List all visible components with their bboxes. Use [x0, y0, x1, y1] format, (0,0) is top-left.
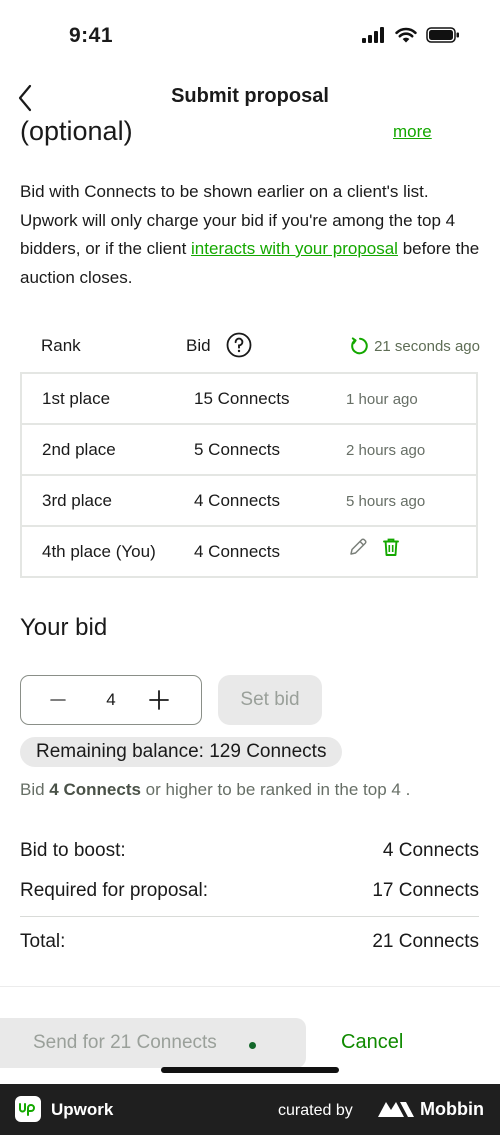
hint-amount: 4 Connects	[49, 780, 141, 799]
column-header-bid: Bid	[186, 336, 211, 355]
row-rank: 4th place (You)	[42, 542, 156, 561]
summary-divider	[20, 916, 479, 917]
row-actions	[348, 537, 400, 557]
plus-icon[interactable]	[147, 688, 171, 712]
edit-bid-button[interactable]	[348, 537, 368, 557]
cellular-signal-icon	[362, 27, 384, 43]
hint-mid: or higher to be ranked in the top	[140, 780, 392, 799]
row-time: 5 hours ago	[346, 493, 426, 510]
row-bid: 15 Connects	[194, 389, 290, 408]
status-icons	[362, 27, 460, 43]
bid-table: 1st place 15 Connects 1 hour ago 2nd pla…	[20, 372, 478, 578]
hint-pre: Bid	[20, 780, 50, 799]
table-row-you: 4th place (You) 4 Connects	[22, 527, 476, 576]
section-heading: (optional)	[20, 116, 133, 146]
your-bid-heading: Your bid	[20, 614, 108, 641]
refresh-icon	[351, 337, 368, 355]
column-header-rank: Rank	[41, 336, 81, 355]
row-time: 1 hour ago	[346, 391, 418, 408]
footer-brand: Mobbin	[420, 1099, 484, 1119]
row-time: 2 hours ago	[346, 442, 426, 459]
upwork-mark-icon	[19, 1103, 35, 1116]
footer-app-name: Upwork	[51, 1100, 114, 1119]
more-link[interactable]: more	[393, 122, 432, 142]
bid-hint: Bid 4 Connects or higher to be ranked in…	[20, 780, 410, 800]
row-bid: 4 Connects	[194, 542, 280, 561]
help-icon[interactable]	[226, 332, 252, 358]
status-bar: 9:41	[0, 0, 500, 76]
total-value: 21 Connects	[372, 931, 479, 952]
pencil-icon	[350, 538, 367, 555]
send-proposal-button[interactable]: Send for 21 Connects	[0, 1018, 306, 1068]
loading-dot-icon	[249, 1042, 256, 1049]
required-value: 17 Connects	[372, 880, 479, 901]
wifi-icon	[395, 27, 417, 43]
mobbin-logo-icon	[378, 1102, 414, 1117]
interacts-with-proposal-link[interactable]: interacts with your proposal	[191, 239, 398, 258]
page-title: Submit proposal	[171, 85, 329, 107]
table-row: 3rd place 4 Connects 5 hours ago	[22, 476, 476, 527]
upwork-logo-icon	[15, 1096, 41, 1122]
hint-end: .	[400, 780, 411, 799]
nav-bar: Submit proposal	[0, 76, 500, 120]
footer-curated-by: curated by	[278, 1102, 353, 1119]
trash-icon	[383, 538, 399, 556]
bid-stepper: 4	[20, 675, 202, 725]
required-label: Required for proposal:	[20, 880, 208, 901]
row-rank: 1st place	[42, 389, 111, 408]
bid-table-header: Rank Bid 21 seconds ago	[20, 330, 480, 364]
battery-icon	[426, 27, 459, 43]
row-rank: 2nd place	[42, 440, 116, 459]
table-row: 2nd place 5 Connects 2 hours ago	[22, 425, 476, 476]
card-divider	[0, 986, 500, 987]
status-time: 9:41	[69, 24, 114, 47]
total-label: Total:	[20, 931, 66, 952]
remaining-balance-badge: Remaining balance: 129 Connects	[20, 737, 343, 767]
set-bid-button[interactable]: Set bid	[218, 675, 322, 725]
home-indicator	[161, 1067, 339, 1073]
boost-label: Bid to boost:	[20, 840, 126, 861]
bid-value[interactable]: 4	[21, 690, 201, 710]
refresh-button[interactable]: 21 seconds ago	[350, 336, 480, 356]
footer-bar: Upwork curated by Mobbin	[0, 1084, 500, 1135]
row-bid: 4 Connects	[194, 491, 280, 510]
hint-top: 4	[391, 780, 401, 799]
bid-description: Bid with Connects to be shown earlier on…	[20, 178, 485, 292]
boost-value: 4 Connects	[382, 840, 479, 861]
last-updated-text: 21 seconds ago	[374, 337, 480, 355]
cancel-button[interactable]: Cancel	[341, 1031, 403, 1054]
table-row: 1st place 15 Connects 1 hour ago	[22, 374, 476, 425]
row-bid: 5 Connects	[194, 440, 280, 459]
row-rank: 3rd place	[42, 491, 112, 510]
delete-bid-button[interactable]	[382, 537, 400, 557]
